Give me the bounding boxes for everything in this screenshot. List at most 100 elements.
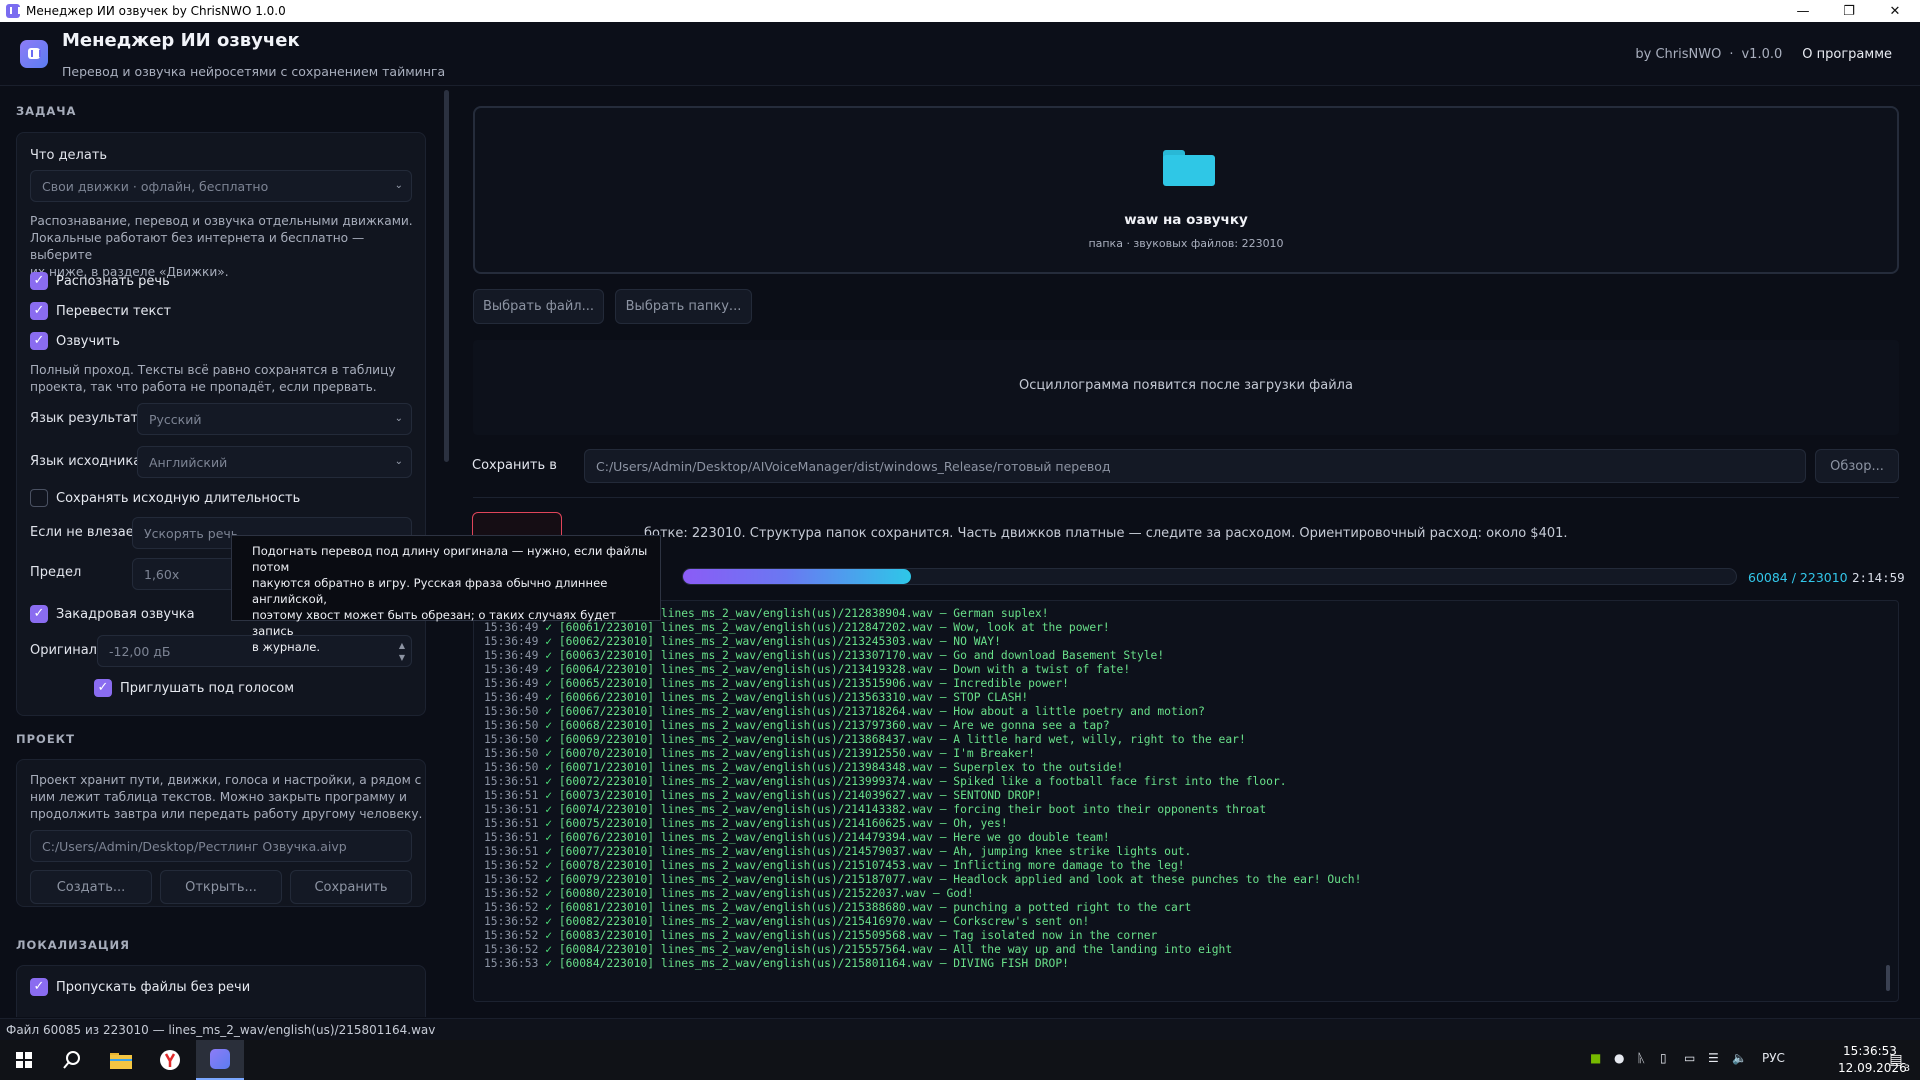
author-label: by ChrisNWO bbox=[1635, 47, 1722, 62]
close-button[interactable]: ✕ bbox=[1872, 0, 1918, 22]
limit-value: 1,60x bbox=[144, 566, 180, 582]
log-scrollbar[interactable] bbox=[1886, 965, 1890, 991]
mode-select-value: Свои движки · офлайн, бесплатно bbox=[42, 178, 269, 194]
check-icon: ✓ bbox=[538, 747, 559, 760]
project-card: Проект хранит пути, движки, голоса и нас… bbox=[16, 759, 426, 907]
log-timestamp: 15:36:51 bbox=[484, 845, 539, 858]
check-icon: ✓ bbox=[538, 803, 559, 816]
pass-note-line: проекта, так что работа не пропадёт, есл… bbox=[30, 380, 377, 394]
chevron-down-icon: ⌄ bbox=[394, 180, 403, 191]
recognize-checkbox[interactable]: ✓ bbox=[30, 272, 48, 290]
input-language[interactable]: РУС bbox=[1762, 1051, 1785, 1065]
localization-card: ✓ Пропускать файлы без речи bbox=[16, 965, 426, 1017]
app-title: Менеджер ИИ озвучек bbox=[62, 30, 300, 51]
wifi-tray-icon[interactable]: ☰ bbox=[1708, 1051, 1719, 1065]
log-timestamp: 15:36:50 bbox=[484, 719, 539, 732]
log-timestamp: 15:36:49 bbox=[484, 677, 539, 690]
project-note-line: продолжить завтра или передать работу др… bbox=[30, 807, 423, 821]
log-line: 15:36:52 ✓ [60078/223010] lines_ms_2_wav… bbox=[484, 859, 1185, 872]
check-icon: ✓ bbox=[538, 691, 559, 704]
log-timestamp: 15:36:49 bbox=[484, 663, 539, 676]
section-localization: ЛОКАЛИЗАЦИЯ bbox=[16, 938, 131, 952]
check-icon: ✓ bbox=[538, 775, 559, 788]
voice-checkbox[interactable]: ✓ bbox=[30, 332, 48, 350]
progress-count: 60084 / 223010 bbox=[1748, 570, 1848, 585]
skip-silent-checkbox[interactable]: ✓ bbox=[30, 978, 48, 996]
waveform-placeholder: Осциллограмма появится после загрузки фа… bbox=[1019, 378, 1353, 393]
source-lang-select[interactable]: Английский ⌄ bbox=[137, 446, 412, 478]
status-bar-text: Файл 60085 из 223010 — lines_ms_2_wav/en… bbox=[6, 1023, 436, 1037]
battery-tray-icon[interactable]: ▭ bbox=[1684, 1051, 1695, 1065]
log-message: [60083/223010] lines_ms_2_wav/english(us… bbox=[558, 929, 1158, 942]
mode-select[interactable]: Свои движки · офлайн, бесплатно ⌄ bbox=[30, 170, 412, 202]
output-path-input[interactable]: C:/Users/Admin/Desktop/AIVoiceManager/di… bbox=[584, 449, 1806, 483]
pass-note-line: Полный проход. Тексты всё равно сохранят… bbox=[30, 363, 396, 377]
log-message: [60077/223010] lines_ms_2_wav/english(us… bbox=[558, 845, 1192, 858]
app-icon bbox=[6, 4, 20, 18]
sidebar-scrollbar[interactable] bbox=[444, 90, 449, 462]
save-project-button[interactable]: Сохранить bbox=[290, 870, 412, 904]
app-subtitle: Перевод и озвучка нейросетями с сохранен… bbox=[62, 64, 446, 79]
result-lang-select[interactable]: Русский ⌄ bbox=[137, 403, 412, 435]
bluetooth-tray-icon[interactable]: ᚣ bbox=[1638, 1051, 1645, 1065]
project-note-line: ним лежит таблица текстов. Можно закрыть… bbox=[30, 790, 407, 804]
open-project-button[interactable]: Открыть... bbox=[160, 870, 282, 904]
nvidia-tray-icon[interactable]: ■ bbox=[1590, 1051, 1601, 1065]
log-line: 15:36:51 ✓ [60072/223010] lines_ms_2_wav… bbox=[484, 775, 1287, 788]
search-button[interactable] bbox=[48, 1040, 96, 1080]
window-titlebar: Менеджер ИИ озвучек by ChrisNWO 1.0.0 — … bbox=[0, 0, 1920, 22]
yandex-browser-icon bbox=[160, 1050, 180, 1070]
project-note-line: Проект хранит пути, движки, голоса и нас… bbox=[30, 773, 422, 787]
translate-checkbox[interactable]: ✓ bbox=[30, 302, 48, 320]
browse-button[interactable]: Обзор... bbox=[1815, 449, 1899, 483]
volume-tray-icon[interactable]: 🔈 bbox=[1732, 1051, 1747, 1065]
restore-button[interactable]: ❐ bbox=[1826, 0, 1872, 22]
check-icon: ✓ bbox=[538, 677, 559, 690]
voiceover-checkbox[interactable]: ✓ bbox=[30, 605, 48, 623]
check-icon: ✓ bbox=[538, 887, 559, 900]
log-timestamp: 15:36:53 bbox=[484, 957, 539, 970]
pick-file-button[interactable]: Выбрать файл... bbox=[473, 289, 604, 324]
log-line: 15:36:52 ✓ [60082/223010] lines_ms_2_wav… bbox=[484, 915, 1089, 928]
tooltip-line: пакуются обратно в игру. Русская фраза о… bbox=[252, 576, 608, 606]
check-icon: ✓ bbox=[538, 705, 559, 718]
log-timestamp: 15:36:52 bbox=[484, 929, 539, 942]
log-message: [60073/223010] lines_ms_2_wav/english(us… bbox=[558, 789, 1042, 802]
start-button[interactable] bbox=[0, 1040, 48, 1080]
file-explorer-button[interactable] bbox=[97, 1040, 145, 1080]
project-path-input[interactable]: C:/Users/Admin/Desktop/Рестлинг Озвучка.… bbox=[30, 830, 412, 862]
keep-duration-tooltip: Подогнать перевод под длину оригинала — … bbox=[231, 535, 661, 654]
log-line: 15:36:52 ✓ [60080/223010] lines_ms_2_wav… bbox=[484, 887, 974, 900]
minimize-button[interactable]: — bbox=[1780, 0, 1826, 22]
log-timestamp: 15:36:50 bbox=[484, 747, 539, 760]
app-logo-icon bbox=[210, 1049, 230, 1069]
duck-checkbox[interactable]: ✓ bbox=[94, 679, 112, 697]
about-link[interactable]: О программе bbox=[1802, 47, 1892, 62]
drop-zone[interactable]: waw на озвучку папка · звуковых файлов: … bbox=[473, 106, 1899, 274]
check-icon: ✓ bbox=[538, 663, 559, 676]
log-message: [60069/223010] lines_ms_2_wav/english(us… bbox=[558, 733, 1246, 746]
overflow-value: Ускорять речь bbox=[144, 525, 239, 541]
notification-count: 3 bbox=[1904, 1064, 1910, 1074]
log-panel[interactable]: 15:36:48 ✓ [60060/223010] lines_ms_2_wav… bbox=[473, 600, 1899, 1002]
notifications-button[interactable]: ▤ 3 bbox=[1872, 1040, 1920, 1080]
create-project-button[interactable]: Создать... bbox=[30, 870, 152, 904]
app-taskbar-button[interactable] bbox=[196, 1040, 244, 1080]
yandex-browser-button[interactable] bbox=[146, 1040, 194, 1080]
result-lang-value: Русский bbox=[149, 411, 202, 427]
windows-icon bbox=[16, 1052, 32, 1068]
yandex-tray-icon[interactable]: ● bbox=[1614, 1051, 1624, 1065]
log-line: 15:36:52 ✓ [60083/223010] lines_ms_2_wav… bbox=[484, 929, 1157, 942]
tooltip-line: Подогнать перевод под длину оригинала — … bbox=[252, 544, 648, 574]
keep-duration-checkbox[interactable] bbox=[30, 489, 48, 507]
log-message: [60080/223010] lines_ms_2_wav/english(us… bbox=[558, 887, 974, 900]
limit-label: Предел bbox=[30, 565, 82, 580]
log-message: [60078/223010] lines_ms_2_wav/english(us… bbox=[558, 859, 1185, 872]
log-timestamp: 15:36:51 bbox=[484, 803, 539, 816]
usb-tray-icon[interactable]: ▯ bbox=[1660, 1051, 1667, 1065]
section-task: ЗАДАЧА bbox=[16, 104, 77, 118]
result-lang-label: Язык результата bbox=[30, 411, 147, 426]
pick-folder-button[interactable]: Выбрать папку... bbox=[615, 289, 752, 324]
save-to-label: Сохранить в bbox=[472, 458, 557, 473]
check-icon: ✓ bbox=[538, 789, 559, 802]
